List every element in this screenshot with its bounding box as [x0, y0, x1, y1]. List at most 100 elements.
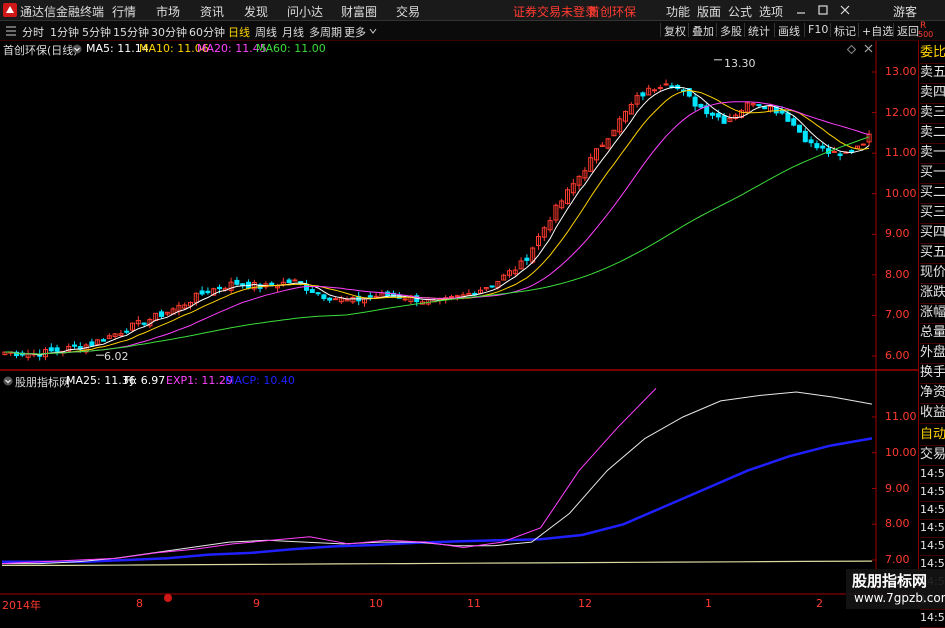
- candle-body: [698, 103, 704, 108]
- sidebar-outer[interactable]: 外盘: [920, 343, 945, 364]
- candle-body: [756, 104, 762, 107]
- sidebar-sell2[interactable]: 卖二: [920, 123, 945, 144]
- indicator-y-tick: 8.00: [885, 517, 910, 531]
- chevron-down-circle-icon[interactable]: [72, 44, 82, 54]
- x-label-oct: 10: [369, 597, 383, 610]
- indicator-y-tick: 10.00: [885, 445, 917, 459]
- candle-body: [309, 289, 315, 293]
- candle-body: [831, 151, 837, 154]
- indicator-y-tick: 9.00: [885, 481, 910, 495]
- candle-body: [141, 322, 147, 325]
- candle-body: [124, 330, 130, 333]
- chart-canvas[interactable]: [0, 0, 945, 609]
- watermark-url: www.7gpzb.com: [854, 591, 945, 605]
- sidebar-pct-change[interactable]: 涨幅: [920, 303, 945, 324]
- macp-legend: MACP: 10.40: [225, 374, 295, 387]
- candle-body: [860, 143, 866, 146]
- candle-body: [652, 89, 657, 92]
- high-price-label: 13.30: [724, 57, 756, 70]
- candle-body: [524, 257, 530, 261]
- candle-body: [367, 295, 373, 298]
- main-y-tick: 8.00: [885, 267, 910, 281]
- diamond-icon[interactable]: [847, 45, 856, 54]
- candle-body: [159, 311, 164, 317]
- sidebar-buy1[interactable]: 买一: [920, 163, 945, 184]
- candle-body: [304, 284, 309, 291]
- trade-time-item: 14:56: [920, 501, 945, 520]
- candle-body: [710, 112, 715, 116]
- candle-body: [802, 130, 808, 143]
- candle-body: [814, 143, 820, 149]
- candle-body: [762, 106, 768, 110]
- main-y-tick: 6.00: [885, 349, 910, 362]
- sidebar-buy2[interactable]: 买二: [920, 183, 945, 204]
- ma5-line: [4, 86, 870, 356]
- sidebar-buy4[interactable]: 买四: [920, 223, 945, 244]
- candle-body: [721, 115, 727, 124]
- trade-time-item: 14:56: [920, 537, 945, 556]
- x-label-jan: 1: [705, 597, 712, 610]
- watermark: 股朋指标网 www.7gpzb.com: [846, 569, 945, 609]
- main-y-tick: 9.00: [885, 227, 910, 241]
- fj-legend: FJ: 6.97: [124, 374, 166, 387]
- sidebar-sell1[interactable]: 卖一: [920, 143, 945, 164]
- fj-line: [2, 560, 873, 566]
- sidebar-turnover[interactable]: 换手: [920, 363, 945, 384]
- candle-body: [286, 279, 292, 283]
- candle-body: [327, 297, 333, 301]
- candle-body: [315, 292, 321, 295]
- candle-body: [205, 290, 211, 294]
- sidebar-sell5[interactable]: 卖五: [920, 63, 945, 84]
- close-panel-icon[interactable]: [864, 44, 873, 53]
- candle-body: [779, 110, 785, 114]
- candle-body: [199, 290, 205, 295]
- x-label-2014: 2014年: [2, 599, 41, 612]
- trade-time-item: 14:56: [920, 519, 945, 538]
- sidebar-change[interactable]: 涨跌: [920, 283, 945, 304]
- candle-body: [785, 112, 791, 122]
- indicator-y-tick: 11.00: [885, 410, 917, 423]
- sidebar-buy5[interactable]: 买五: [920, 243, 945, 264]
- main-y-tick: 13.00: [885, 65, 917, 78]
- sidebar-sell4[interactable]: 卖四: [920, 83, 945, 104]
- trade-time-item: 14:56: [920, 609, 945, 628]
- main-y-tick: 12.00: [885, 105, 917, 119]
- candle-body: [89, 341, 95, 347]
- candle-body: [715, 113, 721, 118]
- sidebar-buy3[interactable]: 买三: [920, 203, 945, 224]
- candle-body: [837, 153, 843, 157]
- ma20-line: [4, 101, 870, 355]
- sidebar-sell3[interactable]: 卖三: [920, 103, 945, 124]
- candle-body: [48, 347, 54, 352]
- candle-body: [797, 124, 802, 133]
- candle-body: [234, 279, 240, 285]
- ma25-line: [2, 391, 873, 565]
- candle-body: [849, 149, 855, 152]
- sidebar-price[interactable]: 现价: [920, 263, 945, 284]
- ma60-line: [4, 136, 870, 355]
- sidebar-auto[interactable]: 自动: [920, 425, 945, 446]
- candle-body: [217, 286, 222, 290]
- ma10-line: [4, 89, 870, 355]
- candle-body: [54, 347, 60, 352]
- indicator-chevron-icon[interactable]: [3, 376, 13, 386]
- watermark-title: 股朋指标网: [852, 572, 928, 590]
- main-chart-title: 首创环保(日线): [3, 44, 78, 57]
- trade-time-item: 14:56: [920, 483, 945, 502]
- ma60-legend: MA60: 11.00: [256, 42, 326, 55]
- sidebar-weibi[interactable]: 委比: [920, 43, 945, 64]
- sidebar-volume[interactable]: 总量: [920, 323, 945, 344]
- event-marker: [164, 594, 172, 602]
- candle-body: [72, 344, 77, 347]
- x-label-dec: 12: [578, 597, 592, 610]
- sidebar-earnings[interactable]: 收益: [920, 403, 945, 424]
- main-y-tick: 7.00: [885, 308, 910, 322]
- sidebar-trade[interactable]: 交易: [920, 445, 945, 466]
- candle-body: [791, 118, 797, 126]
- candle-body: [292, 279, 298, 282]
- indicator-title: 股朋指标网: [15, 376, 70, 389]
- sidebar-net-assets[interactable]: 净资: [920, 383, 945, 404]
- trade-time-item: 14:56: [920, 465, 945, 484]
- main-y-tick: 11.00: [885, 146, 917, 160]
- low-price-label: 6.02: [104, 350, 129, 363]
